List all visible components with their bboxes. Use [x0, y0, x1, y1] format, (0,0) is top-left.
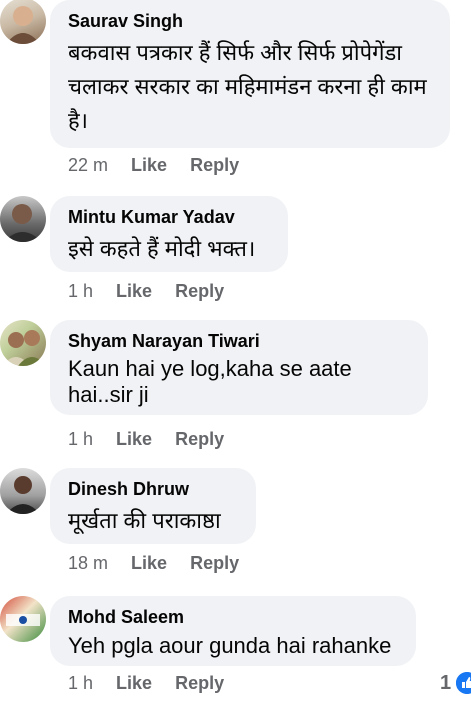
comment-author[interactable]: Saurav Singh	[68, 10, 432, 32]
reply-button[interactable]: Reply	[175, 673, 224, 693]
comment-text: Yeh pgla aour gunda hai rahanke	[68, 633, 392, 658]
reaction-count[interactable]: 1	[440, 672, 451, 695]
like-reaction-icon[interactable]	[456, 672, 471, 694]
comment-actions: 18 m Like Reply	[68, 553, 257, 574]
like-button[interactable]: Like	[116, 429, 152, 449]
reply-button[interactable]: Reply	[190, 155, 239, 175]
person-icon	[2, 330, 46, 366]
avatar[interactable]	[0, 320, 46, 366]
person-icon	[6, 6, 40, 44]
comment-actions: 1 h Like Reply	[68, 429, 242, 450]
person-icon	[4, 204, 42, 242]
avatar[interactable]	[0, 196, 46, 242]
comment-time[interactable]: 1 h	[68, 429, 93, 449]
like-button[interactable]: Like	[116, 673, 152, 693]
comment-author[interactable]: Mintu Kumar Yadav	[68, 206, 270, 228]
avatar[interactable]	[0, 596, 46, 642]
flag-icon	[6, 614, 40, 626]
comment-author[interactable]: Shyam Narayan Tiwari	[68, 330, 410, 352]
reply-button[interactable]: Reply	[190, 553, 239, 573]
comment-author[interactable]: Mohd Saleem	[68, 606, 398, 628]
comment-actions: 22 m Like Reply	[68, 155, 257, 176]
comment-time[interactable]: 1 h	[68, 673, 93, 693]
comment-text: Kaun hai ye log,kaha se aate hai..sir ji	[68, 356, 352, 407]
reply-button[interactable]: Reply	[175, 429, 224, 449]
comment-text: बकवास पत्रकार हैं सिर्फ और सिर्फ प्रोपेग…	[68, 40, 427, 133]
avatar[interactable]	[0, 468, 46, 514]
comment-text: इसे कहते हैं मोदी भक्त।	[68, 236, 256, 261]
avatar[interactable]	[0, 0, 46, 44]
comment-bubble: Shyam Narayan Tiwari Kaun hai ye log,kah…	[50, 320, 428, 415]
like-button[interactable]: Like	[116, 281, 152, 301]
comment-author[interactable]: Dinesh Dhruw	[68, 478, 238, 500]
like-button[interactable]: Like	[131, 155, 167, 175]
comment-actions: 1 h Like Reply	[68, 673, 242, 694]
comment-actions: 1 h Like Reply	[68, 281, 242, 302]
comment-text: मूर्खता की पराकाष्ठा	[68, 508, 221, 533]
comment-bubble: Mintu Kumar Yadav इसे कहते हैं मोदी भक्त…	[50, 196, 288, 272]
comment-time[interactable]: 1 h	[68, 281, 93, 301]
comment-bubble: Dinesh Dhruw मूर्खता की पराकाष्ठा	[50, 468, 256, 544]
comment-bubble: Mohd Saleem Yeh pgla aour gunda hai raha…	[50, 596, 416, 666]
comment-time[interactable]: 22 m	[68, 155, 108, 175]
comment-bubble: Saurav Singh बकवास पत्रकार हैं सिर्फ और …	[50, 0, 450, 148]
person-icon	[6, 476, 40, 514]
comment-time[interactable]: 18 m	[68, 553, 108, 573]
reply-button[interactable]: Reply	[175, 281, 224, 301]
like-button[interactable]: Like	[131, 553, 167, 573]
